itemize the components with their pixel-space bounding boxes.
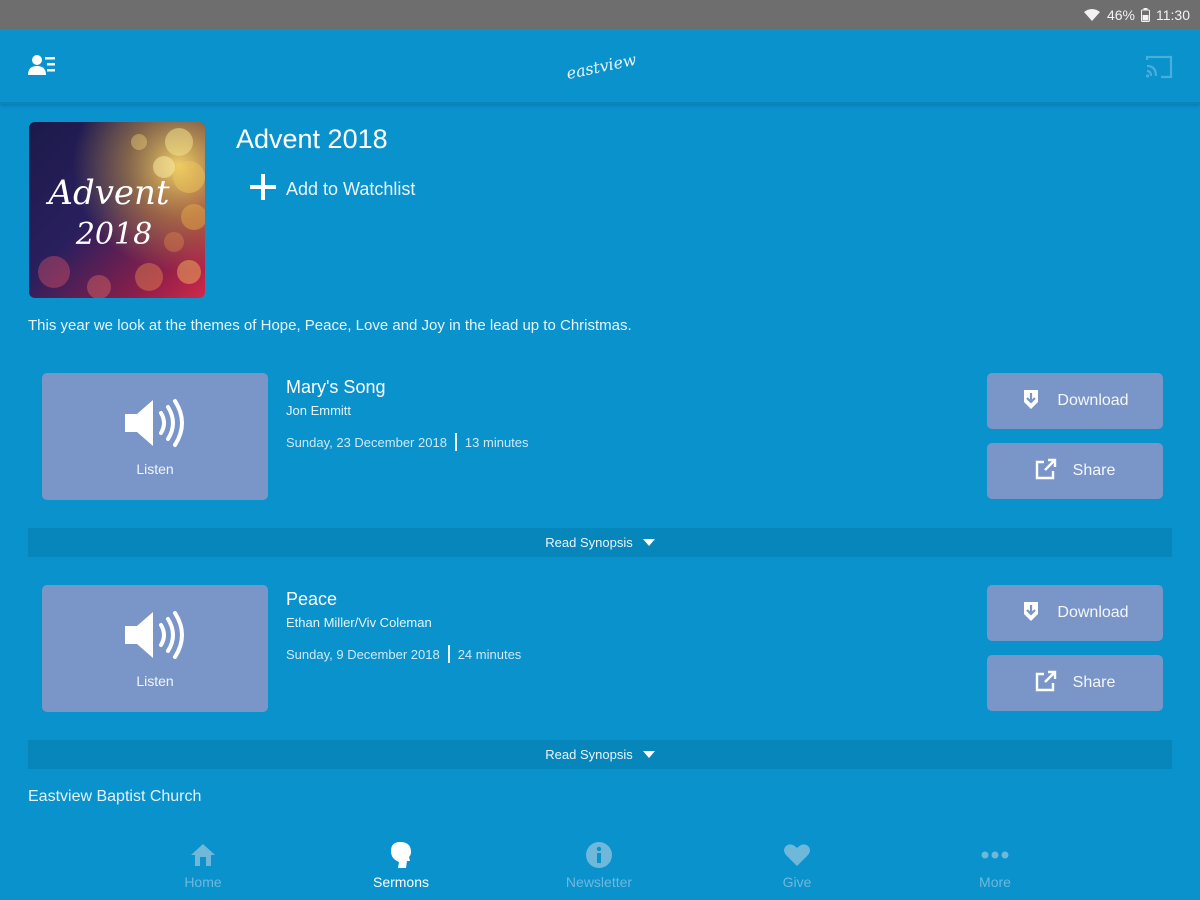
app-bar: eastview [0, 29, 1200, 104]
tab-label: Sermons [372, 874, 430, 890]
listen-button[interactable]: Listen [42, 585, 268, 712]
sermon-speaker: Ethan Miller/Viv Coleman [286, 615, 432, 630]
church-name: Eastview Baptist Church [28, 788, 202, 805]
series-artwork-title: Advent [45, 173, 170, 213]
sermon-date: Sunday, 9 December 2018 [286, 646, 440, 662]
share-button[interactable]: Share [987, 655, 1163, 711]
listen-label: Listen [136, 673, 174, 689]
tab-newsletter[interactable]: Newsletter [500, 834, 698, 900]
meta-divider [447, 645, 450, 663]
share-label: Share [1072, 462, 1116, 479]
sermon-meta: Sunday, 9 December 2018 24 minutes [286, 645, 521, 663]
sermon-meta: Sunday, 23 December 2018 13 minutes [286, 433, 529, 451]
series-artwork: Advent 2018 [29, 122, 205, 298]
read-synopsis-toggle[interactable]: Read Synopsis [28, 528, 1172, 557]
share-icon [1035, 458, 1057, 485]
share-button[interactable]: Share [987, 443, 1163, 499]
wifi-icon [1083, 8, 1101, 22]
sermon-duration: 24 minutes [457, 646, 522, 662]
head-icon [390, 840, 412, 870]
battery-icon [1141, 7, 1150, 22]
download-icon [1021, 388, 1041, 415]
caret-down-icon [642, 535, 655, 550]
tab-more[interactable]: More [896, 834, 1094, 900]
share-icon [1035, 670, 1057, 697]
read-synopsis-toggle[interactable]: Read Synopsis [28, 740, 1172, 769]
tab-home[interactable]: Home [104, 834, 302, 900]
info-icon [585, 840, 613, 870]
watchlist-label: Add to Watchlist [286, 178, 416, 199]
sermon-title: Mary's Song [286, 377, 386, 397]
caret-down-icon [642, 747, 655, 762]
sermon-speaker: Jon Emmitt [286, 403, 352, 418]
speaker-icon [123, 396, 187, 455]
home-icon [190, 840, 216, 870]
status-bar: 46% 11:30 [0, 0, 1200, 29]
sermon-item: Listen Mary's Song Jon Emmitt Sunday, 23… [0, 373, 1200, 503]
synopsis-label: Read Synopsis [545, 535, 633, 550]
meta-divider [454, 433, 457, 451]
download-button[interactable]: Download [987, 373, 1163, 429]
listen-label: Listen [136, 461, 174, 477]
series-title: Advent 2018 [236, 124, 388, 154]
speaker-icon [123, 608, 187, 667]
sermon-duration: 13 minutes [464, 434, 529, 450]
clock: 11:30 [1156, 6, 1190, 23]
series-artwork-year: 2018 [75, 217, 152, 252]
listen-button[interactable]: Listen [42, 373, 268, 500]
cast-icon[interactable] [1144, 54, 1174, 80]
add-to-watchlist-button[interactable]: Add to Watchlist [250, 173, 416, 205]
tab-label: Give [782, 874, 812, 890]
download-icon [1021, 600, 1041, 627]
plus-icon [250, 173, 276, 205]
bottom-tab-bar: Home Sermons Newsletter Give More [0, 834, 1200, 900]
tab-label: More [979, 874, 1011, 890]
series-description: This year we look at the themes of Hope,… [28, 317, 632, 334]
tab-sermons[interactable]: Sermons [302, 834, 500, 900]
download-label: Download [1057, 392, 1129, 409]
tab-give[interactable]: Give [698, 834, 896, 900]
battery-percent: 46% [1106, 6, 1135, 23]
tab-label: Home [184, 874, 222, 890]
profile-icon[interactable] [28, 53, 58, 79]
sermon-item: Listen Peace Ethan Miller/Viv Coleman Su… [0, 585, 1200, 715]
heart-icon [783, 840, 811, 870]
sermon-date: Sunday, 23 December 2018 [286, 434, 447, 450]
sermon-title: Peace [286, 589, 338, 609]
app-logo: eastview [564, 49, 639, 84]
more-icon [981, 840, 1009, 870]
synopsis-label: Read Synopsis [545, 747, 633, 762]
download-label: Download [1057, 604, 1129, 621]
tab-label: Newsletter [565, 874, 633, 890]
share-label: Share [1072, 674, 1116, 691]
download-button[interactable]: Download [987, 585, 1163, 641]
